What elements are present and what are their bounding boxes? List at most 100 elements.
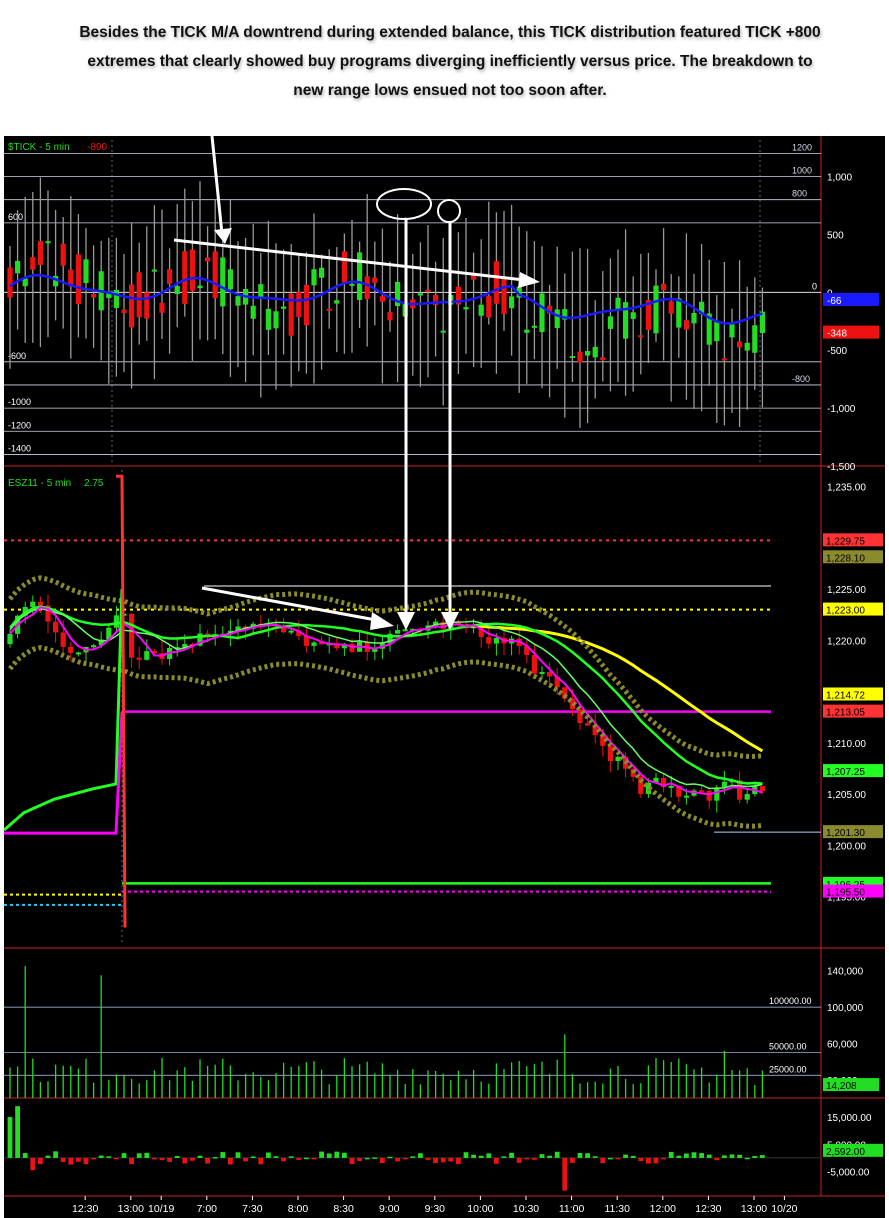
- tick-bar-up: [752, 325, 758, 353]
- delta-bar-positive: [304, 1157, 309, 1160]
- tick-bar-down: [600, 357, 606, 361]
- annotation-line-1: Besides the TICK M/A downtrend during ex…: [79, 24, 821, 41]
- tick-bar-up: [585, 351, 591, 356]
- price-bar-down: [53, 621, 59, 633]
- delta-bar-negative: [152, 1157, 157, 1160]
- delta-bar-positive: [45, 1155, 51, 1158]
- tick-bar-up: [334, 300, 340, 304]
- delta-bar-positive: [98, 1155, 104, 1158]
- annotation-text: Besides the TICK M/A downtrend during ex…: [40, 18, 860, 105]
- tick-bar-up: [509, 296, 515, 309]
- delta-bar-positive: [509, 1152, 514, 1158]
- tick-level-label: -1200: [8, 420, 31, 430]
- price-bar-down: [585, 723, 591, 726]
- tick-extreme-circle: [437, 199, 461, 223]
- delta-bar-positive: [136, 1153, 142, 1158]
- tick-level-label: 800: [792, 189, 807, 199]
- price-bar-up: [113, 615, 119, 628]
- delta-bar-positive: [684, 1153, 689, 1158]
- tick-panel-title: $TICK - 5 min: [8, 142, 70, 153]
- price-bar-up: [714, 787, 720, 801]
- delta-bar-positive: [7, 1117, 13, 1158]
- delta-bar-negative: [402, 1157, 408, 1160]
- price-level-badge-label: 1,207.25: [826, 767, 865, 778]
- delta-bar-negative: [190, 1157, 195, 1161]
- tick-bar-down: [737, 341, 743, 348]
- tick-ma-trendline: [173, 238, 525, 282]
- tick-axis-label: 500: [827, 230, 844, 241]
- delta-bar-negative: [83, 1157, 89, 1165]
- tick-bar-up: [463, 307, 469, 310]
- delta-bar-positive: [342, 1152, 347, 1158]
- delta-bar-positive: [501, 1156, 507, 1158]
- delta-bar-negative: [114, 1157, 119, 1160]
- price-level-badge-label: 1,223.00: [826, 606, 865, 617]
- price-yellow-ma: [465, 624, 764, 753]
- tick-bar-up: [729, 324, 735, 338]
- delta-bar-negative: [532, 1157, 537, 1160]
- tick-bar-up: [714, 320, 720, 342]
- time-axis-label: 7:30: [242, 1203, 263, 1215]
- tick-bar-down: [661, 283, 667, 291]
- price-axis-label: 1,225.00: [827, 585, 866, 596]
- delta-bar-positive: [691, 1152, 697, 1158]
- delta-value-badge-label: 2,592.00: [826, 1147, 865, 1158]
- tick-bar-up: [319, 267, 325, 278]
- delta-bar-negative: [615, 1157, 621, 1160]
- tick-bar-down: [683, 320, 689, 330]
- delta-bar-positive: [737, 1154, 742, 1158]
- delta-bar-negative: [562, 1157, 568, 1191]
- delta-bar-positive: [418, 1153, 423, 1158]
- delta-bar-negative: [661, 1157, 666, 1160]
- tick-level-label: 0: [812, 281, 817, 291]
- tick-bar-down: [7, 267, 13, 298]
- tick-bar-down: [60, 243, 66, 266]
- delta-bar-positive: [121, 1153, 127, 1158]
- delta-bar-positive: [744, 1157, 750, 1160]
- price-panel-title: ESZ11 - 5 min: [8, 478, 71, 489]
- price-bar-up: [311, 642, 317, 646]
- price-bar-down: [129, 613, 135, 658]
- tick-bar-down: [577, 351, 583, 363]
- price-bar-up: [395, 630, 401, 634]
- price-bar-down: [547, 672, 553, 677]
- tick-bar-down: [136, 272, 142, 318]
- time-axis-label: 13:00: [741, 1203, 767, 1215]
- tick-panel-last-value: -890: [87, 142, 107, 153]
- delta-bar-negative: [243, 1157, 248, 1162]
- price-bar-up: [539, 672, 545, 675]
- delta-panel: 15,000.005,000.00-5,000.002,592.00: [4, 1106, 883, 1191]
- delta-bar-positive: [334, 1151, 340, 1158]
- delta-bar-negative: [380, 1157, 385, 1163]
- delta-bar-positive: [722, 1155, 727, 1158]
- tick-bar-down: [303, 284, 309, 326]
- delta-bar-positive: [623, 1154, 628, 1158]
- delta-bar-positive: [608, 1157, 613, 1160]
- annotation-marks: [173, 136, 540, 630]
- delta-bar-negative: [516, 1157, 522, 1163]
- time-axis-label: 11:30: [604, 1203, 630, 1215]
- delta-bar-positive: [174, 1156, 180, 1158]
- price-level-badge-label: 1,201.30: [826, 828, 865, 839]
- price-level-badge-label: 1,195.50: [826, 888, 865, 899]
- tick-bar-down: [425, 289, 431, 292]
- delta-bar-positive: [585, 1153, 590, 1158]
- annotation-arrow-head: [518, 272, 540, 288]
- price-bar-up: [668, 785, 674, 788]
- price-bar-up: [288, 630, 294, 633]
- tick-bar-up: [227, 269, 233, 290]
- tick-bar-up: [615, 297, 621, 310]
- delta-bar-positive: [15, 1106, 20, 1158]
- price-bar-down: [349, 643, 355, 652]
- tick-axis-label: -500: [827, 346, 847, 357]
- delta-bar-negative: [76, 1157, 81, 1162]
- delta-bar-negative: [433, 1157, 438, 1164]
- delta-bar-negative: [296, 1157, 302, 1160]
- tick-bar-up: [531, 325, 537, 328]
- tick-bar-up: [440, 330, 446, 333]
- delta-bar-positive: [273, 1156, 279, 1158]
- delta-bar-positive: [410, 1156, 416, 1158]
- delta-bar-positive: [364, 1157, 370, 1160]
- tick-bar-up: [235, 296, 241, 306]
- tick-bar-down: [341, 251, 347, 283]
